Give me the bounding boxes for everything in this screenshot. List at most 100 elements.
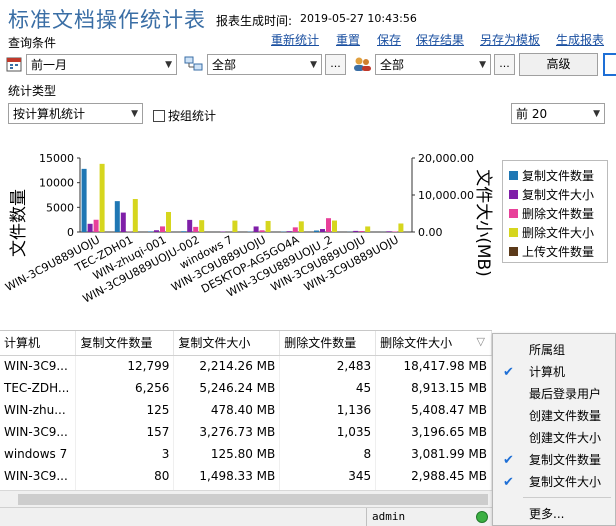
recalculate-link[interactable]: 重新统计 [271, 31, 319, 48]
col-delete-count[interactable]: 删除文件数量 [279, 331, 377, 356]
horizontal-scrollbar[interactable] [0, 490, 492, 507]
bar-3-1 [132, 199, 138, 232]
menu-item[interactable]: 创建文件大小 [493, 428, 615, 449]
status-divider [366, 508, 367, 526]
menu-item-label: 复制文件数量 [529, 453, 602, 467]
table-row[interactable]: TEC-ZDH... 6,256 5,246.24 MB 45 8,913.15 MB [0, 377, 492, 399]
menu-item[interactable]: 更多... [493, 504, 615, 525]
menu-item[interactable]: ✔ 计算机 [493, 362, 615, 383]
table-cell: 3,081.99 MB [375, 443, 492, 465]
legend-label: 复制文件数量 [522, 169, 595, 183]
query-conditions-label: 查询条件 [8, 36, 57, 50]
bar-3-6 [298, 221, 304, 232]
bar-1-9 [386, 231, 392, 232]
col-copy-size[interactable]: 复制文件大小 [173, 331, 281, 356]
table-cell: 5,408.47 MB [375, 399, 492, 421]
legend-swatch [509, 190, 518, 199]
user-select[interactable]: 全部 ▼ [375, 54, 491, 75]
scrollbar-thumb[interactable] [18, 494, 488, 505]
bar-0-7 [314, 230, 319, 232]
save-as-template-link[interactable]: 另存为模板 [480, 31, 540, 48]
bar-3-0 [99, 163, 105, 232]
stat-type-value: 按计算机统计 [13, 107, 86, 121]
y2-tick-label: 20,000.00 [418, 152, 474, 165]
table-cell: 8,913.15 MB [375, 377, 492, 399]
bar-3-4 [232, 220, 238, 232]
top-n-value: 前 20 [516, 107, 548, 121]
table-cell: WIN-3C9... [0, 465, 77, 487]
table-cell: TEC-ZDH... [0, 377, 77, 399]
bar-3-3 [199, 220, 205, 232]
table-row[interactable]: WIN-3C9... 12,799 2,214.26 MB 2,483 18,417.9… [0, 355, 492, 377]
y2-tick-label: 0.00 [418, 226, 443, 239]
save-result-link[interactable]: 保存结果 [416, 31, 464, 48]
menu-item[interactable]: 创建文件数量 [493, 406, 615, 427]
table-cell: 45 [279, 377, 377, 399]
bar-0-0 [81, 168, 87, 232]
advanced-button[interactable]: 高级 [519, 53, 598, 76]
table-header-row: 计算机 复制文件数量 复制文件大小 删除文件数量 删除文件大小 ▽ [0, 331, 492, 356]
extra-button-edge[interactable] [603, 53, 616, 76]
table-cell: 6,256 [75, 377, 175, 399]
col-delete-size[interactable]: 删除文件大小 ▽ [375, 331, 492, 356]
stat-type-select[interactable]: 按计算机统计 ▼ [8, 103, 143, 124]
y-tick-label: 5000 [46, 201, 74, 214]
computer-select-value: 全部 [212, 58, 237, 72]
menu-item[interactable]: ✔ 复制文件数量 [493, 450, 615, 471]
menu-item-label: 创建文件数量 [529, 409, 602, 423]
checkmark-icon: ✔ [503, 475, 514, 490]
bar-1-1 [120, 212, 126, 232]
online-status-icon [476, 511, 488, 523]
top-n-select[interactable]: 前 20 ▼ [511, 103, 605, 124]
bar-2-0 [93, 219, 99, 232]
bar-0-2 [148, 231, 153, 232]
period-select[interactable]: 前一月 ▼ [26, 54, 177, 75]
table-cell: 80 [75, 465, 175, 487]
menu-item-label: 计算机 [529, 365, 566, 379]
user-browse-button[interactable]: ... [494, 54, 515, 75]
legend-item: 上传文件数量 [509, 243, 594, 260]
table-cell: 125 [75, 399, 175, 421]
table-cell: 3,276.73 MB [173, 421, 281, 443]
sort-icon: ▽ [476, 335, 485, 348]
y2-tick-label: 10,000.00 [418, 189, 474, 202]
table-row[interactable]: windows 7 3 125.80 MB 8 3,081.99 MB [0, 443, 492, 465]
table-row[interactable]: WIN-3C9... 157 3,276.73 MB 1,035 3,196.65 MB [0, 421, 492, 443]
table-row[interactable]: WIN-zhu... 125 478.40 MB 1,136 5,408.47 MB [0, 399, 492, 421]
menu-item[interactable]: 所属组 [493, 340, 615, 361]
menu-separator [523, 497, 611, 498]
y-tick-label: 15000 [39, 152, 74, 165]
table-cell: 157 [75, 421, 175, 443]
chevron-down-icon: ▼ [593, 108, 600, 119]
save-link[interactable]: 保存 [377, 31, 401, 48]
table-cell: 18,417.98 MB [375, 355, 492, 377]
legend-item: 复制文件数量 [509, 167, 594, 184]
menu-item[interactable]: ✔ 复制文件大小 [493, 472, 615, 493]
menu-item-label: 所属组 [529, 343, 566, 357]
table-cell: 3,196.65 MB [375, 421, 492, 443]
legend-swatch [509, 171, 518, 180]
bar-3-8 [365, 226, 371, 232]
table-cell: 3 [75, 443, 175, 465]
reset-link[interactable]: 重置 [336, 31, 360, 48]
legend-swatch [509, 209, 518, 218]
computer-select[interactable]: 全部 ▼ [207, 54, 322, 75]
legend-label: 上传文件数量 [522, 245, 595, 259]
col-computer[interactable]: 计算机 [0, 331, 77, 356]
generate-report-link[interactable]: 生成报表 [556, 31, 604, 48]
table-cell: 2,988.45 MB [375, 465, 492, 487]
table-cell: 1,498.33 MB [173, 465, 281, 487]
table-cell: 12,799 [75, 355, 175, 377]
calendar-icon [6, 56, 22, 72]
col-copy-count[interactable]: 复制文件数量 [75, 331, 175, 356]
table-cell: 5,246.24 MB [173, 377, 281, 399]
report-time-label: 报表生成时间: [216, 14, 293, 28]
legend-item: 删除文件大小 [509, 224, 594, 241]
table-cell: WIN-3C9... [0, 355, 77, 377]
y-tick-label: 0 [67, 226, 74, 239]
table-cell: 8 [279, 443, 377, 465]
menu-item[interactable]: 最后登录用户 [493, 384, 615, 405]
group-stat-checkbox[interactable]: 按组统计 [153, 107, 216, 124]
computer-browse-button[interactable]: ... [325, 54, 346, 75]
table-row[interactable]: WIN-3C9... 80 1,498.33 MB 345 2,988.45 MB [0, 465, 492, 487]
